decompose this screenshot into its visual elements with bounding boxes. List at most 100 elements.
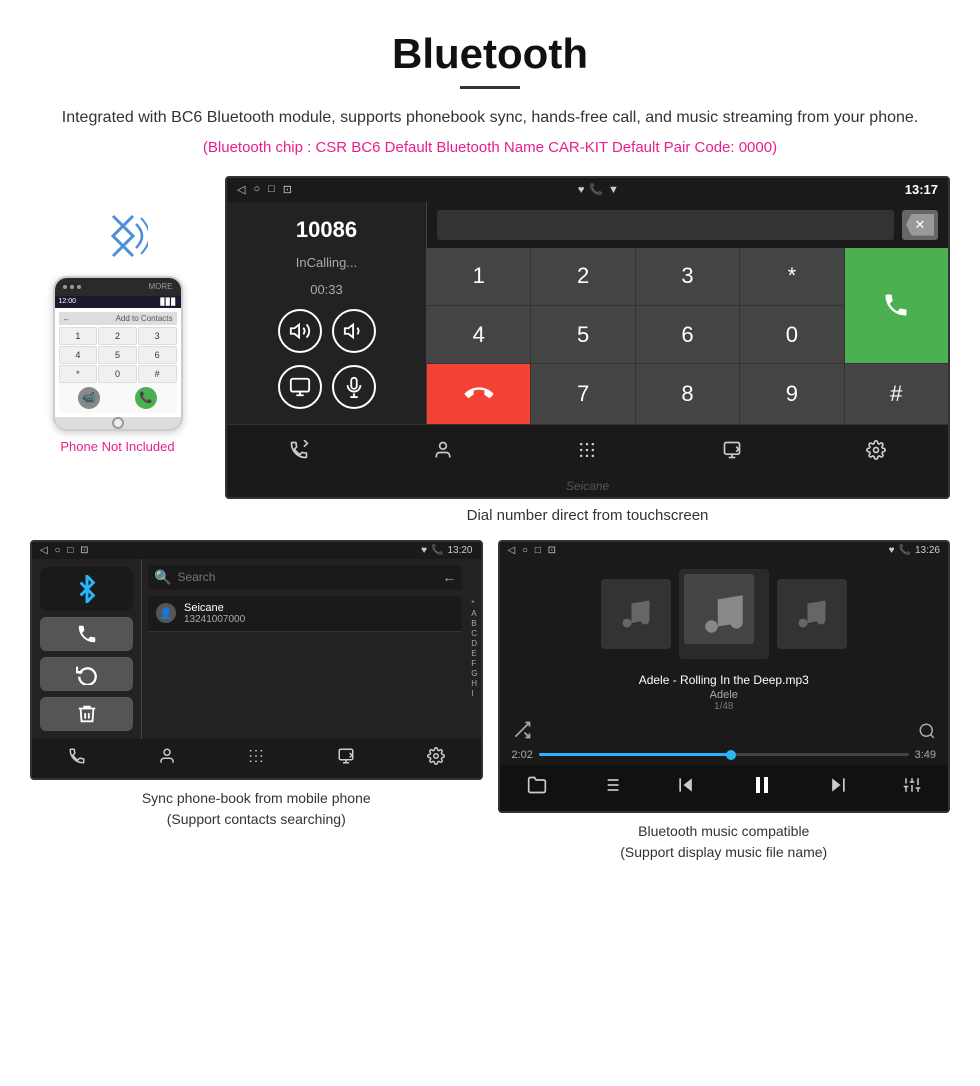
music-signal-area: ♥ 📞 13:26	[889, 545, 940, 556]
microphone-button[interactable]	[332, 365, 376, 409]
alpha-b[interactable]: B	[471, 619, 477, 628]
pb-toolbar-contacts[interactable]	[158, 747, 176, 770]
phone-call-sidebar-btn[interactable]	[40, 617, 133, 651]
numpad-key-6[interactable]: 6	[636, 306, 739, 363]
phone-key-hash[interactable]: #	[138, 365, 177, 383]
alpha-f[interactable]: F	[471, 659, 477, 668]
car-screen-section: ◁ ○ □ ⊡ ♥ 📞 ▼ 13:17 10086 InCalling...	[225, 176, 950, 540]
music-list-btn[interactable]	[601, 775, 621, 800]
alpha-i[interactable]: I	[471, 689, 477, 698]
pb-loc-icon: ♥	[421, 545, 427, 556]
phone-more: MORE	[149, 282, 173, 291]
phone-dot	[63, 285, 67, 289]
page-description: Integrated with BC6 Bluetooth module, su…	[20, 105, 960, 131]
home-icon[interactable]: ○	[253, 183, 260, 196]
clear-button[interactable]: ✕	[902, 210, 938, 240]
numpad-key-4[interactable]: 4	[427, 306, 530, 363]
bluetooth-active-icon[interactable]	[40, 567, 133, 611]
music-notif-icon[interactable]: ⊡	[548, 545, 556, 556]
alpha-a[interactable]: A	[471, 609, 477, 618]
call-accept-button[interactable]	[845, 248, 948, 364]
call-end-button[interactable]	[427, 364, 530, 423]
dialer-left-panel: 10086 InCalling... 00:33	[227, 202, 427, 424]
transfer-button[interactable]	[278, 365, 322, 409]
phonebook-caption-line1: Sync phone-book from mobile phone	[142, 790, 371, 806]
bottom-screenshots: ◁ ○ □ ⊡ ♥ 📞 13:20	[0, 540, 980, 883]
numpad-key-1[interactable]: 1	[427, 248, 530, 305]
pb-toolbar-calls[interactable]	[68, 747, 86, 770]
toolbar-dialpad-btn[interactable]	[567, 435, 607, 465]
notification-icon[interactable]: ⊡	[283, 183, 292, 196]
phone-key-0[interactable]: 0	[98, 365, 137, 383]
phonebook-main: 🔍 ← 👤 Seicane 13241007000	[142, 559, 468, 739]
watermark: Seicane	[227, 475, 948, 497]
pb-square-icon[interactable]: □	[67, 545, 73, 556]
volume-down-button[interactable]	[332, 309, 376, 353]
phone-key-3[interactable]: 3	[138, 327, 177, 345]
alpha-e[interactable]: E	[471, 649, 477, 658]
wifi-icon: ▼	[608, 184, 619, 196]
phone-key-4[interactable]: 4	[59, 346, 98, 364]
car-dialer-body: 10086 InCalling... 00:33	[227, 202, 948, 424]
numpad-key-hash[interactable]: #	[845, 364, 948, 423]
pb-home-icon[interactable]: ○	[54, 545, 60, 556]
numpad-key-3[interactable]: 3	[636, 248, 739, 305]
pb-toolbar-settings[interactable]	[427, 747, 445, 770]
music-folder-btn[interactable]	[527, 775, 547, 800]
numpad-key-9[interactable]: 9	[740, 364, 843, 423]
numpad-key-2[interactable]: 2	[531, 248, 634, 305]
numpad-key-5[interactable]: 5	[531, 306, 634, 363]
numpad-key-star[interactable]: *	[740, 248, 843, 305]
number-input-field[interactable]	[437, 210, 894, 240]
phone-key-2[interactable]: 2	[98, 327, 137, 345]
toolbar-calls-btn[interactable]	[279, 435, 319, 465]
phone-key-1[interactable]: 1	[59, 327, 98, 345]
toolbar-carplay-btn[interactable]	[712, 435, 752, 465]
contact-name: Seicane	[184, 602, 245, 614]
phone-key-5[interactable]: 5	[98, 346, 137, 364]
pb-back-icon[interactable]: ◁	[40, 545, 48, 556]
square-icon[interactable]: □	[268, 183, 275, 196]
music-prev-btn[interactable]	[676, 775, 696, 800]
alpha-star[interactable]: *	[471, 599, 477, 608]
toolbar-settings-btn[interactable]	[856, 435, 896, 465]
music-home-icon[interactable]: ○	[522, 545, 528, 556]
music-time: 13:26	[915, 545, 940, 556]
shuffle-icon[interactable]	[512, 720, 532, 745]
alpha-c[interactable]: C	[471, 629, 477, 638]
volume-up-button[interactable]	[278, 309, 322, 353]
sync-btn[interactable]	[40, 657, 133, 691]
search-music-icon[interactable]	[918, 722, 936, 743]
music-play-btn[interactable]	[750, 773, 774, 803]
numpad-key-0[interactable]: 0	[740, 306, 843, 363]
phone-key-6[interactable]: 6	[138, 346, 177, 364]
phone-key-star[interactable]: *	[59, 365, 98, 383]
toolbar-contacts-btn[interactable]	[423, 435, 463, 465]
alpha-g[interactable]: G	[471, 669, 477, 678]
pb-notif-icon[interactable]: ⊡	[80, 545, 88, 556]
search-back-icon[interactable]: ←	[442, 569, 456, 585]
phone-call-btn[interactable]: 📞	[135, 387, 157, 409]
music-square-icon[interactable]: □	[535, 545, 541, 556]
back-icon[interactable]: ◁	[237, 183, 245, 196]
album-art-left	[601, 579, 671, 649]
numpad-key-7[interactable]: 7	[531, 364, 634, 423]
pb-toolbar-dialpad[interactable]	[247, 747, 265, 770]
contact-item[interactable]: 👤 Seicane 13241007000	[148, 596, 462, 632]
music-eq-btn[interactable]	[903, 776, 921, 799]
progress-bar[interactable]	[539, 753, 909, 756]
music-back-icon[interactable]: ◁	[508, 545, 516, 556]
phone-home-button[interactable]	[112, 417, 124, 429]
numpad-key-8[interactable]: 8	[636, 364, 739, 423]
alpha-d[interactable]: D	[471, 639, 477, 648]
phone-video-btn[interactable]: 📹	[78, 387, 100, 409]
phonebook-search-input[interactable]	[177, 570, 436, 584]
car-main-screen: ◁ ○ □ ⊡ ♥ 📞 ▼ 13:17 10086 InCalling...	[225, 176, 950, 499]
pb-toolbar-carplay[interactable]	[337, 747, 355, 770]
music-next-btn[interactable]	[828, 775, 848, 800]
music-caption: Bluetooth music compatible (Support disp…	[498, 821, 951, 863]
delete-btn[interactable]	[40, 697, 133, 731]
bluetooth-signal-icon	[98, 206, 148, 276]
alpha-h[interactable]: H	[471, 679, 477, 688]
progress-fill	[539, 753, 731, 756]
